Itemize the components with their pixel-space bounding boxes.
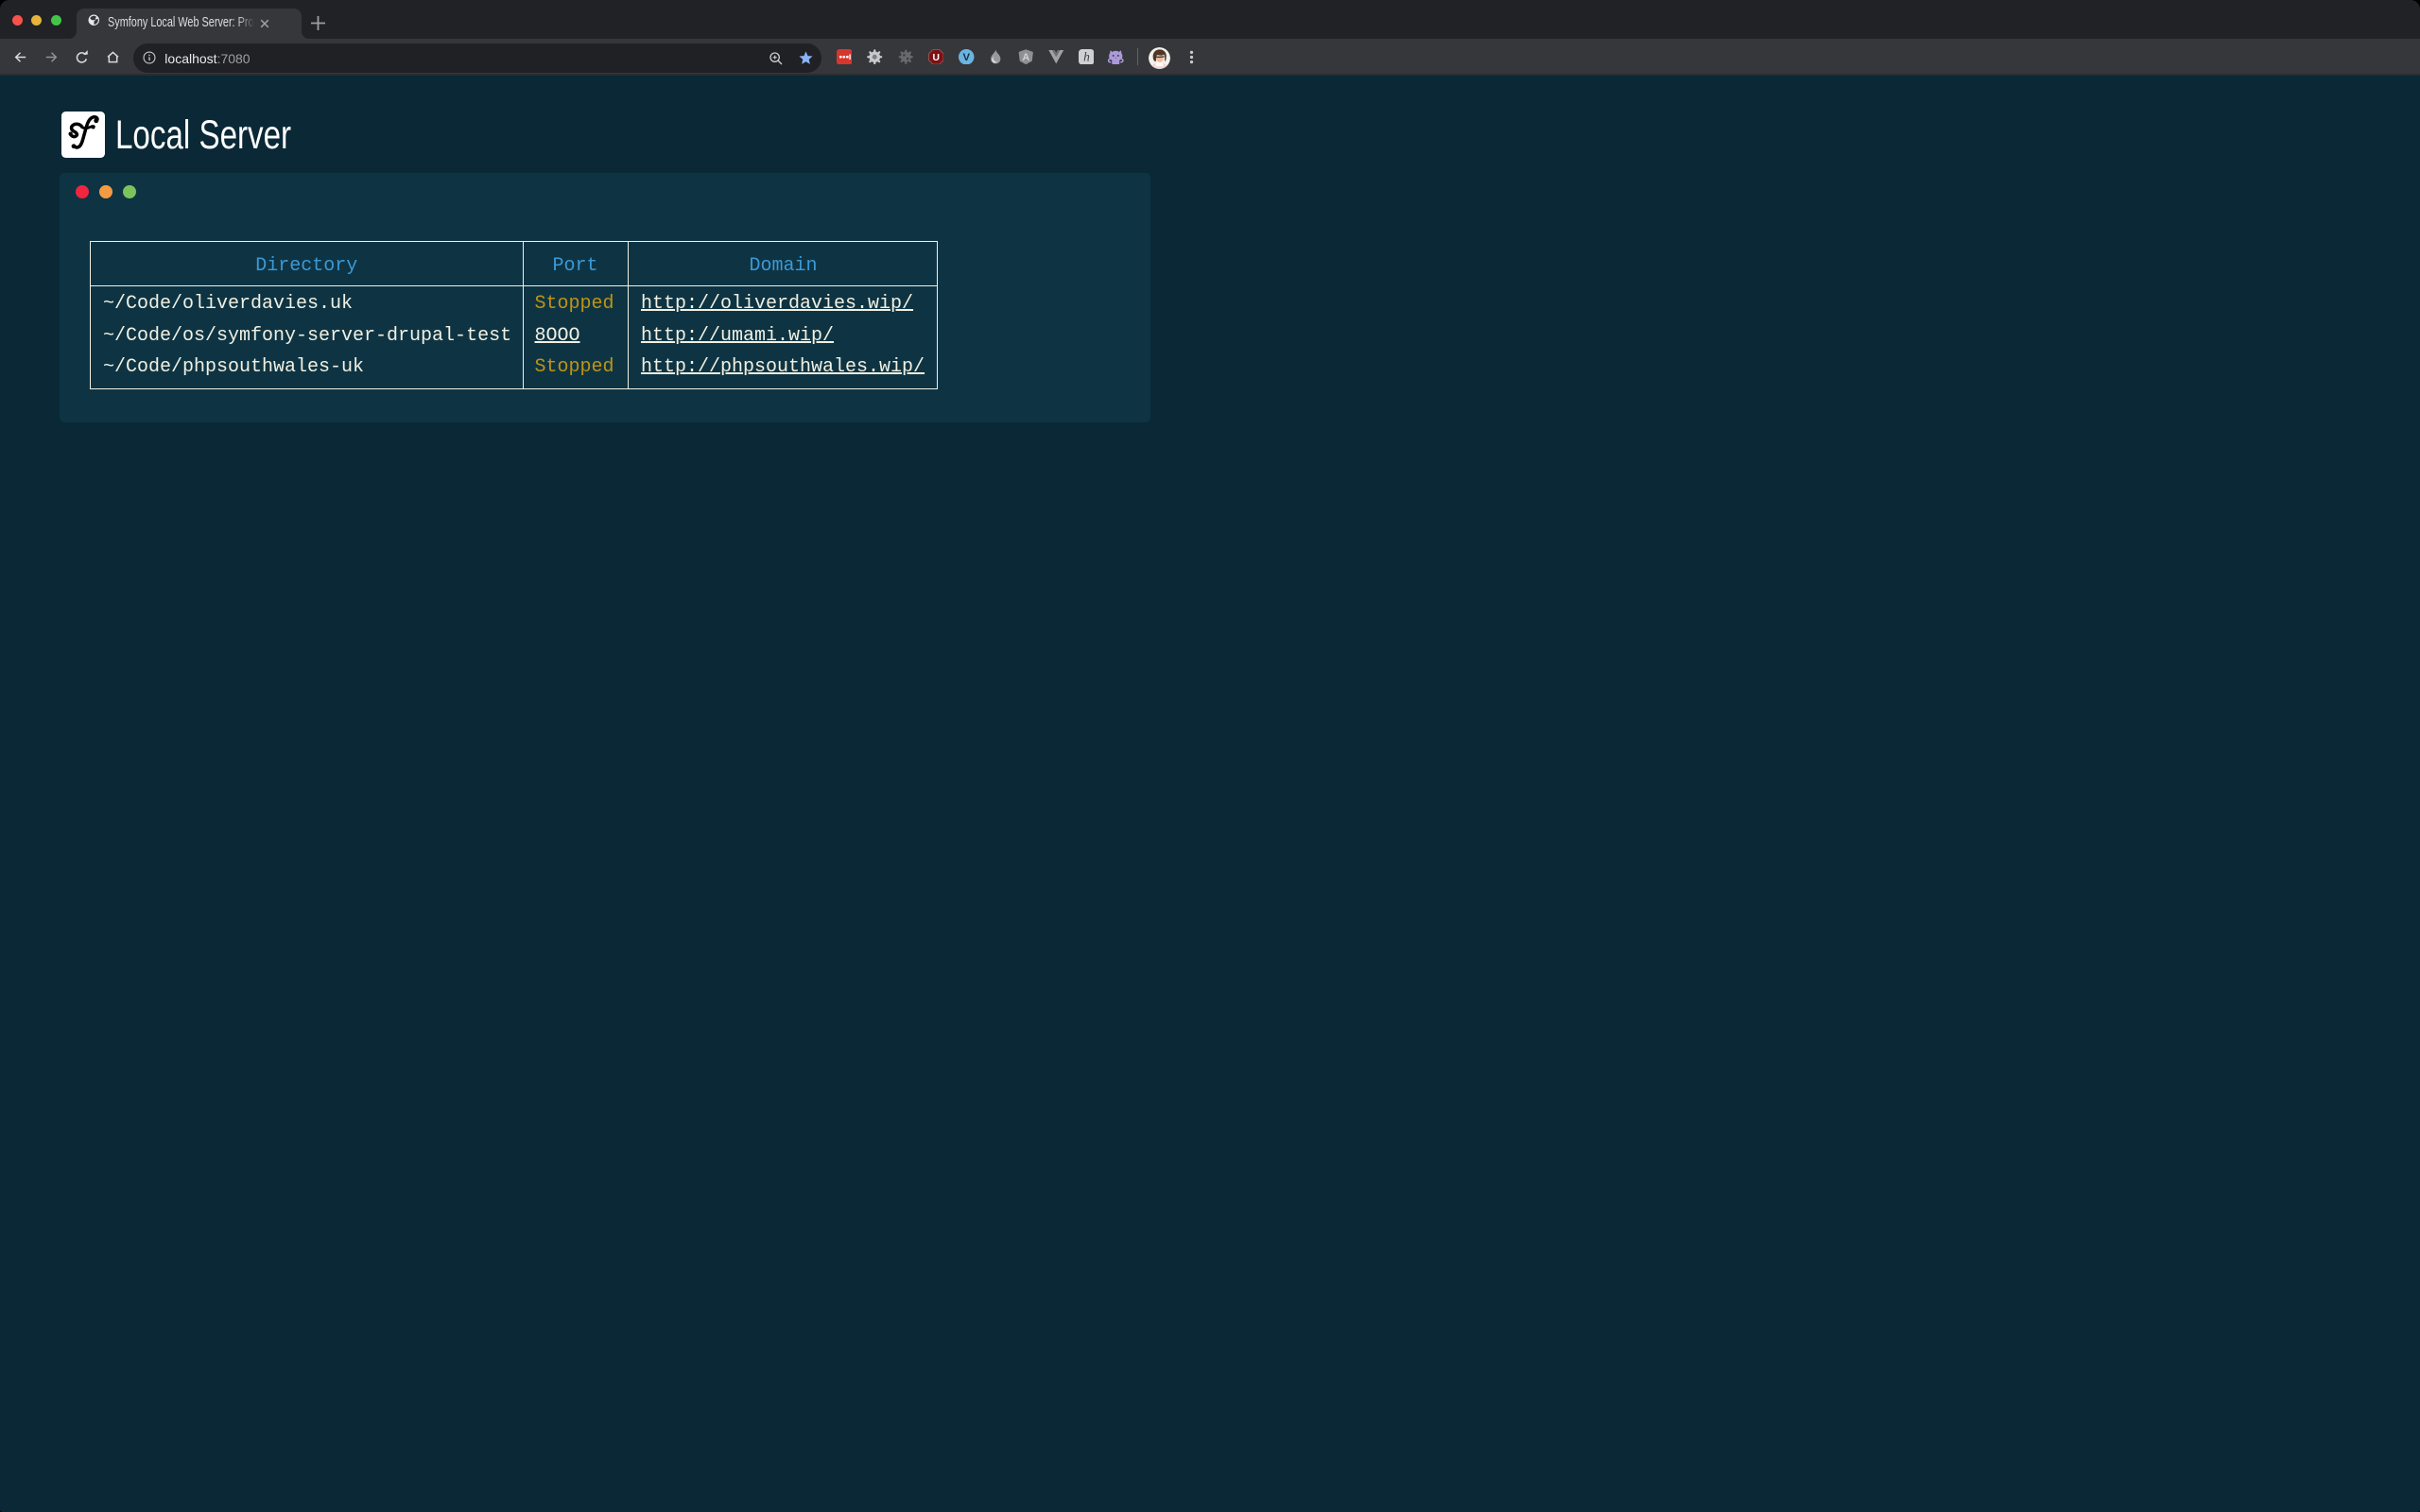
svg-text:A: A bbox=[1022, 51, 1029, 62]
svg-text:h: h bbox=[1083, 49, 1090, 63]
svg-text:V: V bbox=[962, 52, 970, 63]
svg-text:U: U bbox=[932, 52, 939, 62]
